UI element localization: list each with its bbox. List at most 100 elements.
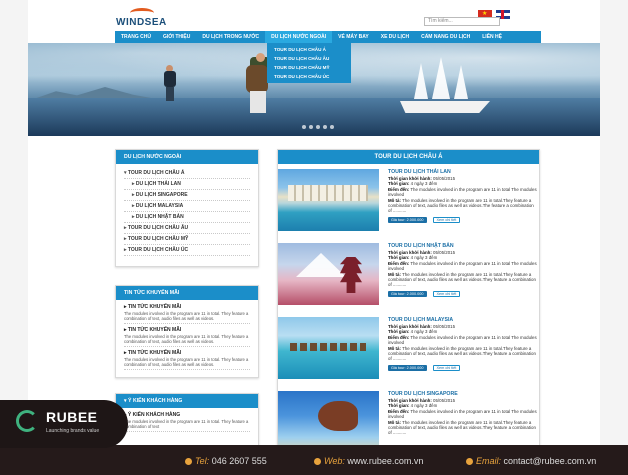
category-tree: ▾ TOUR DU LỊCH CHÂU Á ▸ DU LỊCH THÁI LAN… [116, 164, 258, 260]
subcategory-label: DU LỊCH THÁI LAN [135, 181, 181, 187]
tour-spots: Điểm đến: The modules involved in the pr… [388, 261, 538, 272]
sidebar-categories: DU LỊCH NƯỚC NGOÀI ▾ TOUR DU LỊCH CHÂU Á… [115, 149, 259, 267]
subcategory-thailand[interactable]: ▸ DU LỊCH THÁI LAN [124, 179, 250, 190]
tour-info: TOUR DU LỊCH NHẬT BẢN Thời gian khởi hàn… [388, 243, 538, 297]
detail-button[interactable]: Xem chi tiết [432, 216, 461, 223]
tour-name[interactable]: TOUR DU LỊCH NHẬT BẢN [388, 243, 538, 250]
promo-item-title[interactable]: ▸ TIN TỨC KHUYẾN MÃI [124, 326, 250, 334]
phone-icon [185, 458, 192, 466]
tour-list-title: TOUR DU LỊCH CHÂU Á [278, 150, 539, 164]
rubee-brand-name: RUBEE [46, 409, 98, 425]
promo-item-body: The modules involved in the program are … [124, 334, 250, 347]
promo-item-body: The modules involved in the program are … [124, 357, 250, 370]
value: The modules involved in the program are … [388, 186, 537, 198]
search-input[interactable]: Tìm kiếm... [424, 17, 500, 26]
subcategory-singapore[interactable]: ▸ DU LỊCH SINGAPORE [124, 190, 250, 201]
promo-title-text: TIN TỨC KHUYẾN MÃI [127, 350, 182, 356]
label: Thời gian khởi hành: [388, 398, 432, 403]
value: 4 ngày 3 đêm [410, 255, 438, 261]
subcategory-malaysia[interactable]: ▸ DU LỊCH MALAYSIA [124, 201, 250, 212]
dropdown-item-europe[interactable]: TOUR DU LỊCH CHÂU ÂU [267, 54, 351, 63]
value: The modules involved in the program are … [388, 271, 536, 288]
label: Điểm đến: [388, 186, 410, 192]
footer-phone: Tel: 046 2607 555 [185, 456, 267, 466]
dropdown-item-australia[interactable]: TOUR DU LỊCH CHÂU ÚC [267, 72, 351, 81]
site-logo[interactable]: WINDSEA [116, 8, 176, 30]
category-label: TOUR DU LỊCH CHÂU ÚC [127, 247, 189, 253]
slider-dot[interactable] [302, 125, 306, 129]
tour-desc: Mô tả: The modules involved in the progr… [388, 198, 538, 214]
website-mockup: WINDSEA Tìm kiếm... TRANG CHỦ GIỚI THIỆU… [28, 0, 600, 445]
category-asia[interactable]: ▾ TOUR DU LỊCH CHÂU Á [124, 168, 250, 179]
tour-desc: Mô tả: The modules involved in the progr… [388, 272, 538, 288]
value: The modules involved in the program are … [388, 197, 534, 214]
footer-email: Email: contact@rubee.com.vn [466, 456, 596, 466]
slider-dot[interactable] [309, 125, 313, 129]
nav-international[interactable]: DU LỊCH NƯỚC NGOÀI [265, 31, 333, 43]
label: Điểm đến: [388, 260, 410, 266]
banner-slider-dots[interactable] [302, 125, 334, 129]
promo-item-body: The modules involved in the program are … [124, 311, 250, 324]
phone-label: Tel: [195, 456, 210, 466]
slider-dot[interactable] [316, 125, 320, 129]
banner-sea [28, 98, 600, 136]
promo-item-title[interactable]: ▸ TIN TỨC KHUYẾN MÃI [124, 303, 250, 311]
testimonial-title: ▾ Ý KIẾN KHÁCH HÀNG [116, 394, 258, 408]
subcategory-japan[interactable]: ▸ DU LỊCH NHẬT BẢN [124, 212, 250, 223]
tour-buttons: Giá tour: 2.000.000 Xem chi tiết [388, 364, 538, 371]
value: 05/05/2015 [433, 398, 456, 403]
category-australia[interactable]: ▸ TOUR DU LỊCH CHÂU ÚC [124, 245, 250, 256]
nav-cars[interactable]: XE DU LỊCH [375, 31, 415, 43]
subcategory-label: DU LỊCH MALAYSIA [135, 203, 184, 209]
price-button[interactable]: Giá tour: 2.000.000 [388, 364, 427, 371]
value: 05/05/2015 [433, 176, 456, 181]
tour-spots: Điểm đến: The modules involved in the pr… [388, 187, 538, 198]
label: Thời gian khởi hành: [388, 176, 432, 181]
rubee-brand-badge: RUBEE Launching brands value [0, 400, 128, 448]
nav-domestic[interactable]: DU LỊCH TRONG NƯỚC [196, 31, 265, 43]
label: Mô tả: [388, 271, 401, 277]
slider-dot[interactable] [323, 125, 327, 129]
tour-name[interactable]: TOUR DU LỊCH SINGAPORE [388, 391, 538, 398]
slider-dot[interactable] [330, 125, 334, 129]
promo-list: ▸ TIN TỨC KHUYẾN MÃI The modules involve… [116, 300, 258, 375]
tour-image-japan[interactable] [278, 243, 379, 305]
nav-dropdown-international: TOUR DU LỊCH CHÂU Á TOUR DU LỊCH CHÂU ÂU… [267, 43, 351, 83]
tour-image-thailand[interactable] [278, 169, 379, 231]
promo-item-title[interactable]: ▸ TIN TỨC KHUYẾN MÃI [124, 349, 250, 357]
phone-value[interactable]: 046 2607 555 [212, 456, 267, 466]
dropdown-item-asia[interactable]: TOUR DU LỊCH CHÂU Á [267, 45, 351, 54]
category-america[interactable]: ▸ TOUR DU LỊCH CHÂU MỸ [124, 234, 250, 245]
nav-contact[interactable]: LIÊN HỆ [476, 31, 508, 43]
label: Điểm đến: [388, 408, 410, 414]
label: Thời gian: [388, 329, 410, 335]
detail-button[interactable]: Xem chi tiết [432, 290, 461, 297]
price-button[interactable]: Giá tour: 2.000.000 [388, 290, 427, 297]
email-value[interactable]: contact@rubee.com.vn [504, 456, 597, 466]
category-europe[interactable]: ▸ TOUR DU LỊCH CHÂU ÂU [124, 223, 250, 234]
tour-name[interactable]: TOUR DU LỊCH THÁI LAN [388, 169, 538, 176]
nav-about[interactable]: GIỚI THIỆU [157, 31, 196, 43]
promo-title-text: TIN TỨC KHUYẾN MÃI [127, 304, 182, 310]
detail-button[interactable]: Xem chi tiết [432, 364, 461, 371]
tour-desc: Mô tả: The modules involved in the progr… [388, 346, 538, 362]
promo-title-text: TIN TỨC KHUYẾN MÃI [127, 327, 182, 333]
tour-buttons: Giá tour: 2.000.000 Xem chi tiết [388, 290, 538, 297]
dropdown-item-america[interactable]: TOUR DU LỊCH CHÂU MỸ [267, 63, 351, 72]
mail-icon [466, 458, 473, 466]
tour-card: TOUR DU LỊCH MALAYSIA Thời gian khởi hàn… [278, 312, 539, 384]
value: The modules involved in the program are … [388, 345, 536, 362]
banner-sailing-ship [400, 57, 490, 117]
label: Thời gian: [388, 403, 410, 409]
nav-guide[interactable]: CẨM NANG DU LỊCH [415, 31, 476, 43]
testimonial-item-title[interactable]: ▸ Ý KIẾN KHÁCH HÀNG [124, 411, 250, 419]
sidebar-title: DU LỊCH NƯỚC NGOÀI [116, 150, 258, 164]
nav-home[interactable]: TRANG CHỦ [115, 31, 157, 43]
nav-flights[interactable]: VÉ MÁY BAY [332, 31, 375, 43]
web-value[interactable]: www.rubee.com.vn [347, 456, 423, 466]
price-button[interactable]: Giá tour: 2.000.000 [388, 216, 427, 223]
sidebar-testimonials: ▾ Ý KIẾN KHÁCH HÀNG ▸ Ý KIẾN KHÁCH HÀNG … [115, 393, 259, 445]
tour-name[interactable]: TOUR DU LỊCH MALAYSIA [388, 317, 538, 324]
tour-image-malaysia[interactable] [278, 317, 379, 379]
tour-image-singapore[interactable] [278, 391, 379, 445]
